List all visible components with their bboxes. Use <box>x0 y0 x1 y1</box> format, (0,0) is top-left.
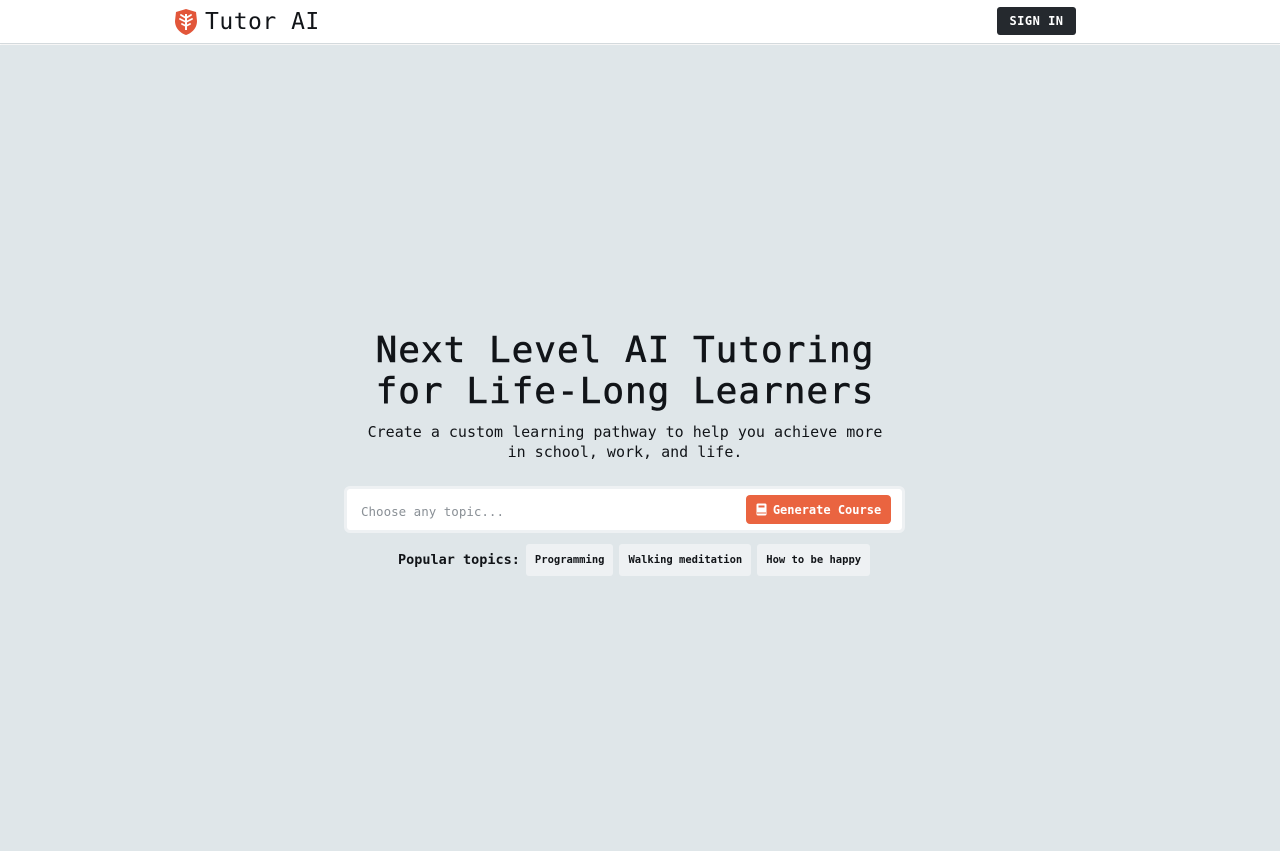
main-content: Next Level AI Tutoring for Life-Long Lea… <box>0 45 1280 851</box>
brand-name: Tutor AI <box>205 9 320 35</box>
generate-course-button[interactable]: Generate Course <box>746 495 891 524</box>
topic-input[interactable] <box>361 500 741 522</box>
book-icon <box>756 503 767 516</box>
tree-shield-icon <box>175 9 197 35</box>
topic-chip-programming[interactable]: Programming <box>525 543 614 576</box>
popular-topics: Popular topics: Programming Walking medi… <box>398 543 876 576</box>
topic-search-form: Generate Course <box>344 486 905 533</box>
sign-in-button[interactable]: SIGN IN <box>997 7 1076 35</box>
topic-chip-how-to-be-happy[interactable]: How to be happy <box>757 543 871 576</box>
hero-title-line-1: Next Level AI Tutoring <box>375 330 875 372</box>
hero-title-line-2: for Life-Long Learners <box>375 371 875 413</box>
hero-subtitle: Create a custom learning pathway to help… <box>367 423 883 461</box>
generate-course-label: Generate Course <box>772 502 882 517</box>
brand-link[interactable]: Tutor AI <box>173 7 320 37</box>
topic-chip-walking-meditation[interactable]: Walking meditation <box>619 543 752 576</box>
popular-topics-label: Popular topics: <box>398 551 520 568</box>
top-navigation-bar: Tutor AI SIGN IN <box>0 0 1280 44</box>
hero-title: Next Level AI Tutoring for Life-Long Lea… <box>0 330 1250 413</box>
